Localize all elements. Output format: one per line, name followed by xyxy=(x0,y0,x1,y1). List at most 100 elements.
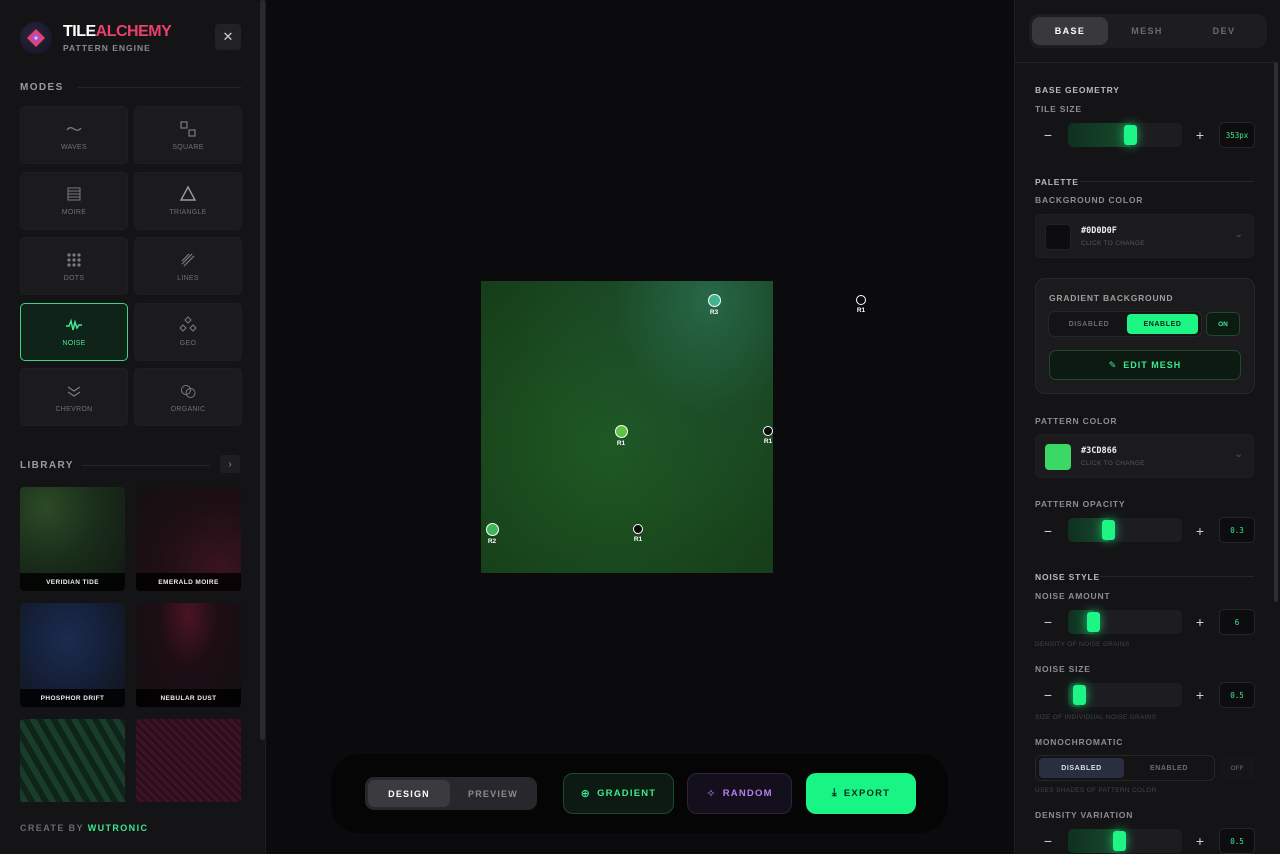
panel-scrollbar[interactable] xyxy=(1274,62,1278,602)
pattern-color-picker[interactable]: #3CD866 CLICK TO CHANGE ⌄ xyxy=(1035,434,1254,478)
dots-grid-icon xyxy=(67,252,81,267)
squares-icon xyxy=(180,120,196,137)
mesh-point-handle[interactable] xyxy=(614,424,628,438)
background-color-picker[interactable]: #0D0D0F CLICK TO CHANGE ⌄ xyxy=(1035,214,1254,258)
noise-amount-decrement[interactable]: − xyxy=(1037,611,1059,633)
mode-noise[interactable]: NOISE xyxy=(20,302,128,361)
triangle-icon xyxy=(179,185,197,201)
gradient-disabled-option[interactable]: DISABLED xyxy=(1052,314,1126,334)
library-item-label: VERIDIAN TIDE xyxy=(20,573,125,591)
density-variation-decrement[interactable]: − xyxy=(1037,830,1059,852)
chevron-right-icon: › xyxy=(228,458,232,470)
pattern-opacity-value[interactable]: 0.3 xyxy=(1219,517,1255,543)
tile-size-increment[interactable]: + xyxy=(1189,124,1211,146)
mode-geo[interactable]: GEO xyxy=(134,302,242,361)
pattern-tile-preview[interactable] xyxy=(481,281,773,573)
library-item-label: EMERALD MOIRE xyxy=(136,573,241,591)
mesh-point-handle[interactable] xyxy=(707,293,721,307)
noise-amount-increment[interactable]: + xyxy=(1189,611,1211,633)
density-variation-value[interactable]: 0.5 xyxy=(1219,828,1255,854)
moire-icon xyxy=(67,187,81,201)
chevron-down-icon: ⌄ xyxy=(1234,449,1243,460)
chevron-down-icon: ⌄ xyxy=(1234,229,1243,240)
mesh-point-handle[interactable] xyxy=(485,522,499,536)
slider-thumb[interactable] xyxy=(1073,685,1086,705)
noise-size-slider[interactable] xyxy=(1068,683,1182,707)
monochromatic-label: MONOCHROMATIC xyxy=(1035,737,1124,747)
app-title: TILEALCHEMY xyxy=(63,22,172,40)
mode-dots[interactable]: DOTS xyxy=(20,237,128,295)
credit-brand-link[interactable]: WUTRONIC xyxy=(88,823,149,833)
noise-size-decrement[interactable]: − xyxy=(1037,684,1059,706)
close-icon: ✕ xyxy=(222,29,234,44)
library-item-label: PHOSPHOR DRIFT xyxy=(20,689,125,707)
mode-triangle[interactable]: TRIANGLE xyxy=(134,171,242,230)
noise-size-increment[interactable]: + xyxy=(1189,684,1211,706)
library-item-veridian-tide[interactable]: VERIDIAN TIDE xyxy=(20,487,125,591)
tile-size-slider[interactable] xyxy=(1068,123,1182,147)
random-button[interactable]: ✧ RANDOM xyxy=(687,773,792,814)
mesh-point-handle[interactable] xyxy=(633,524,643,534)
modes-divider xyxy=(78,87,241,88)
slider-thumb[interactable] xyxy=(1113,831,1126,851)
left-sidebar: TILEALCHEMY PATTERN ENGINE ✕ MODES WAVES… xyxy=(0,0,266,854)
edit-mesh-button[interactable]: ✎ EDIT MESH xyxy=(1049,350,1241,380)
export-button[interactable]: ⤓ EXPORT xyxy=(806,773,916,814)
library-next-button[interactable]: › xyxy=(220,455,240,473)
mode-square[interactable]: SQUARE xyxy=(134,106,242,164)
tile-size-decrement[interactable]: − xyxy=(1037,124,1059,146)
modes-heading: MODES xyxy=(20,82,64,93)
library-item-pink-preset[interactable] xyxy=(136,719,241,802)
view-mode-toggle: DESIGN PREVIEW xyxy=(365,777,537,810)
mesh-point-label: R2 xyxy=(487,537,497,545)
mesh-point-label: R3 xyxy=(709,308,719,316)
library-item-emerald-moire[interactable]: EMERALD MOIRE xyxy=(136,487,241,591)
mode-waves[interactable]: WAVES xyxy=(20,106,128,164)
mesh-point-handle[interactable] xyxy=(856,295,866,305)
tab-mesh[interactable]: MESH xyxy=(1109,17,1185,45)
palette-heading: PALETTE xyxy=(1035,177,1079,187)
close-sidebar-button[interactable]: ✕ xyxy=(215,24,241,50)
wave-icon xyxy=(66,126,82,131)
tab-dev[interactable]: DEV xyxy=(1186,17,1262,45)
mesh-point-label: R1 xyxy=(856,307,866,314)
mode-moire[interactable]: MOIRE xyxy=(20,171,128,230)
gradient-enabled-option[interactable]: ENABLED xyxy=(1127,314,1198,334)
logo: TILEALCHEMY PATTERN ENGINE xyxy=(20,22,172,54)
gradient-button[interactable]: ⊕ GRADIENT xyxy=(563,773,674,814)
mesh-point-handle[interactable] xyxy=(763,426,773,436)
library-item-label: NEBULAR DUST xyxy=(136,689,241,707)
mode-chevron[interactable]: CHEVRON xyxy=(20,368,128,426)
pattern-opacity-slider[interactable] xyxy=(1068,518,1182,542)
tile-size-value[interactable]: 353px xyxy=(1219,122,1255,148)
slider-thumb[interactable] xyxy=(1124,125,1137,145)
library-item-triangle-preset[interactable] xyxy=(20,719,125,802)
noise-amount-label: NOISE AMOUNT xyxy=(1035,591,1111,601)
design-mode-button[interactable]: DESIGN xyxy=(368,780,450,807)
noise-size-value[interactable]: 0.5 xyxy=(1219,682,1255,708)
density-variation-increment[interactable]: + xyxy=(1189,830,1211,852)
tile-size-label: TILE SIZE xyxy=(1035,104,1082,114)
pattern-opacity-decrement[interactable]: − xyxy=(1037,520,1059,542)
monochromatic-enabled-option[interactable]: ENABLED xyxy=(1126,758,1212,778)
noise-size-help: SIZE OF INDIVIDUAL NOISE GRAINS xyxy=(1035,714,1157,721)
monochromatic-disabled-option[interactable]: DISABLED xyxy=(1039,758,1124,778)
mesh-point-label: R1 xyxy=(633,536,643,543)
mode-lines[interactable]: LINES xyxy=(134,237,242,295)
noise-amount-value[interactable]: 6 xyxy=(1219,609,1255,635)
library-item-phosphor-drift[interactable]: PHOSPHOR DRIFT xyxy=(20,603,125,707)
sidebar-scrollbar[interactable] xyxy=(260,0,265,740)
slider-thumb[interactable] xyxy=(1102,520,1115,540)
modes-grid: WAVES SQUARE MOIRE TRIANGLE DOTS LINES N… xyxy=(20,106,242,426)
library-item-nebular-dust[interactable]: NEBULAR DUST xyxy=(136,603,241,707)
slider-thumb[interactable] xyxy=(1087,612,1100,632)
tab-base[interactable]: BASE xyxy=(1032,17,1108,45)
mode-organic[interactable]: ORGANIC xyxy=(134,368,242,426)
noise-amount-slider[interactable] xyxy=(1068,610,1182,634)
library-grid: VERIDIAN TIDE EMERALD MOIRE PHOSPHOR DRI… xyxy=(20,487,242,802)
density-variation-slider[interactable] xyxy=(1068,829,1182,853)
gradient-background-toggle: DISABLED ENABLED xyxy=(1048,311,1202,337)
diagonal-lines-icon xyxy=(181,253,195,266)
pattern-opacity-increment[interactable]: + xyxy=(1189,520,1211,542)
preview-mode-button[interactable]: PREVIEW xyxy=(453,780,533,807)
